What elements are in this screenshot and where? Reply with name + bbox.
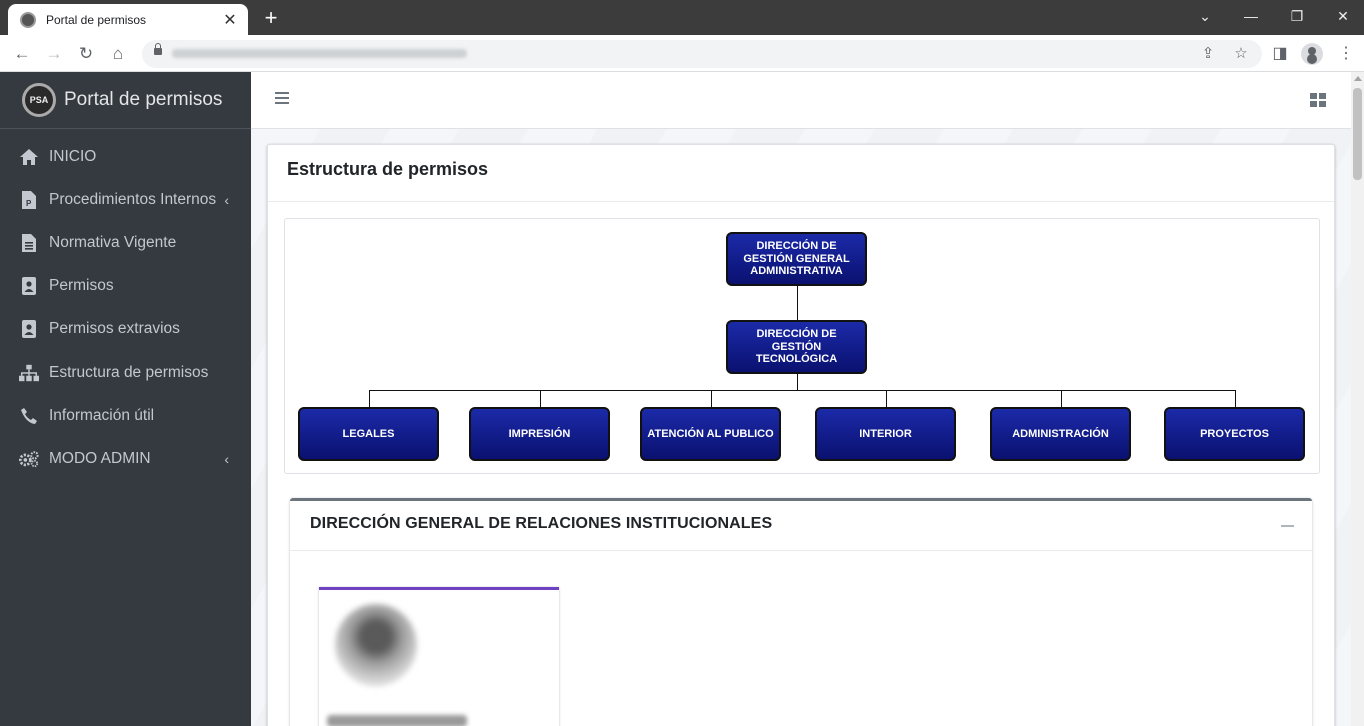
file-p-icon: P [19, 190, 39, 210]
estructura-card: Estructura de permisos DIRECCIÓN DE GEST… [267, 144, 1335, 726]
forward-icon[interactable]: → [40, 40, 68, 68]
sidebar-item-label: Permisos [49, 277, 114, 295]
sidebar-item-label: Información útil [49, 406, 155, 424]
chevron-left-icon: ‹ [224, 191, 229, 208]
org-connector [369, 390, 1236, 391]
chevron-left-icon: ‹ [224, 450, 229, 467]
id-badge-icon [19, 276, 39, 296]
address-bar[interactable]: ⇪ ☆ [142, 40, 1262, 68]
sitemap-icon [19, 363, 39, 383]
sidebar-item-informacion[interactable]: Información útil [0, 394, 251, 437]
avatar [335, 604, 417, 686]
hamburger-menu-icon[interactable] [275, 92, 289, 106]
browser-titlebar: Portal de permisos ✕ + ⌄ — ❐ ✕ [0, 0, 1364, 35]
svg-text:P: P [26, 199, 32, 208]
sidebar-item-label: MODO ADMIN [49, 449, 151, 467]
favicon-icon [20, 11, 36, 28]
sidebar-item-normativa[interactable]: Normativa Vigente [0, 221, 251, 264]
relaciones-card: DIRECCIÓN GENERAL DE RELACIONES INSTITUC… [290, 498, 1312, 726]
restore-icon[interactable]: ❐ [1274, 0, 1320, 32]
sidebar-item-label: Normativa Vigente [49, 233, 177, 251]
brand-title: Portal de permisos [64, 89, 223, 110]
card-header: Estructura de permisos [268, 145, 1334, 202]
brand-link[interactable]: PSA Portal de permisos [0, 72, 251, 129]
sidebar: PSA Portal de permisos INICIO P Procedim… [0, 72, 251, 726]
tab-close-icon[interactable]: ✕ [222, 10, 238, 30]
id-badge-icon [19, 319, 39, 339]
scroll-thumb[interactable] [1353, 88, 1362, 180]
window-close-icon[interactable]: ✕ [1320, 0, 1364, 32]
page-title: Estructura de permisos [287, 159, 489, 179]
back-icon[interactable]: ← [8, 40, 36, 68]
share-icon[interactable]: ⇪ [1194, 40, 1222, 68]
document-icon [19, 233, 39, 253]
home-icon [19, 147, 39, 167]
sidebar-item-label: Procedimientos Internos [49, 190, 217, 208]
org-connector [1061, 390, 1062, 407]
scroll-up-arrow-icon[interactable] [1354, 76, 1362, 81]
lock-icon [154, 43, 162, 55]
org-node-administracion[interactable]: ADMINISTRACIÓN [990, 407, 1131, 461]
side-panel-icon[interactable]: ◨ [1266, 40, 1294, 68]
tab-search-icon[interactable]: ⌄ [1182, 0, 1228, 32]
person-card[interactable] [319, 587, 559, 726]
org-connector [540, 390, 541, 407]
new-tab-button[interactable]: + [258, 5, 284, 31]
cogs-icon [19, 449, 39, 469]
person-name-blurred [327, 715, 467, 726]
reload-icon[interactable]: ↻ [72, 40, 100, 68]
sidebar-item-permisos-extravios[interactable]: Permisos extravios [0, 308, 251, 351]
sidebar-item-procedimientos[interactable]: P Procedimientos Internos ‹ [0, 178, 251, 221]
sidebar-item-label: INICIO [49, 147, 97, 165]
top-navbar [251, 72, 1351, 129]
minimize-icon[interactable]: — [1228, 0, 1274, 32]
sidebar-item-permisos[interactable]: Permisos [0, 265, 251, 308]
org-node-legales[interactable]: LEGALES [298, 407, 439, 461]
tab-title: Portal de permisos [46, 12, 147, 27]
collapse-icon[interactable] [1281, 525, 1294, 527]
sidebar-item-inicio[interactable]: INICIO [0, 135, 251, 178]
sub-card-header: DIRECCIÓN GENERAL DE RELACIONES INSTITUC… [290, 501, 1312, 551]
url-text-blurred [172, 49, 467, 58]
content-wrapper: Estructura de permisos DIRECCIÓN DE GEST… [251, 72, 1351, 726]
org-node-root[interactable]: DIRECCIÓN DE GESTIÓN GENERAL ADMINISTRAT… [726, 232, 867, 286]
org-connector [369, 390, 370, 407]
phone-icon [19, 406, 39, 426]
section-title: DIRECCIÓN GENERAL DE RELACIONES INSTITUC… [310, 515, 773, 532]
sidebar-item-label: Estructura de permisos [49, 363, 209, 381]
browser-tab[interactable]: Portal de permisos ✕ [8, 4, 248, 35]
org-connector [886, 390, 887, 407]
org-node-atencion[interactable]: ATENCIÓN AL PUBLICO [640, 407, 781, 461]
grid-view-icon[interactable] [1310, 93, 1326, 107]
org-connector [797, 374, 798, 390]
browser-toolbar: ← → ↻ ⌂ ⇪ ☆ ◨ ⋮ [0, 35, 1364, 72]
menu-dots-icon[interactable]: ⋮ [1332, 40, 1360, 68]
org-node-interior[interactable]: INTERIOR [815, 407, 956, 461]
org-node-proyectos[interactable]: PROYECTOS [1164, 407, 1305, 461]
brand-logo: PSA [22, 83, 56, 117]
org-connector [1235, 390, 1236, 407]
org-connector [711, 390, 712, 407]
sidebar-nav: INICIO P Procedimientos Internos ‹ Norma… [0, 129, 251, 481]
sidebar-item-estructura[interactable]: Estructura de permisos [0, 351, 251, 394]
page-scrollbar[interactable] [1351, 72, 1364, 726]
home-button-icon[interactable]: ⌂ [104, 40, 132, 68]
org-node-tecnologica[interactable]: DIRECCIÓN DE GESTIÓN TECNOLÓGICA [726, 320, 867, 374]
bookmark-star-icon[interactable]: ☆ [1227, 40, 1255, 68]
profile-avatar-icon[interactable] [1301, 43, 1323, 65]
org-connector [797, 286, 798, 320]
org-chart: DIRECCIÓN DE GESTIÓN GENERAL ADMINISTRAT… [284, 218, 1320, 474]
org-node-impresion[interactable]: IMPRESIÓN [469, 407, 610, 461]
sidebar-item-modo-admin[interactable]: MODO ADMIN ‹ [0, 437, 251, 480]
sidebar-item-label: Permisos extravios [49, 320, 180, 338]
